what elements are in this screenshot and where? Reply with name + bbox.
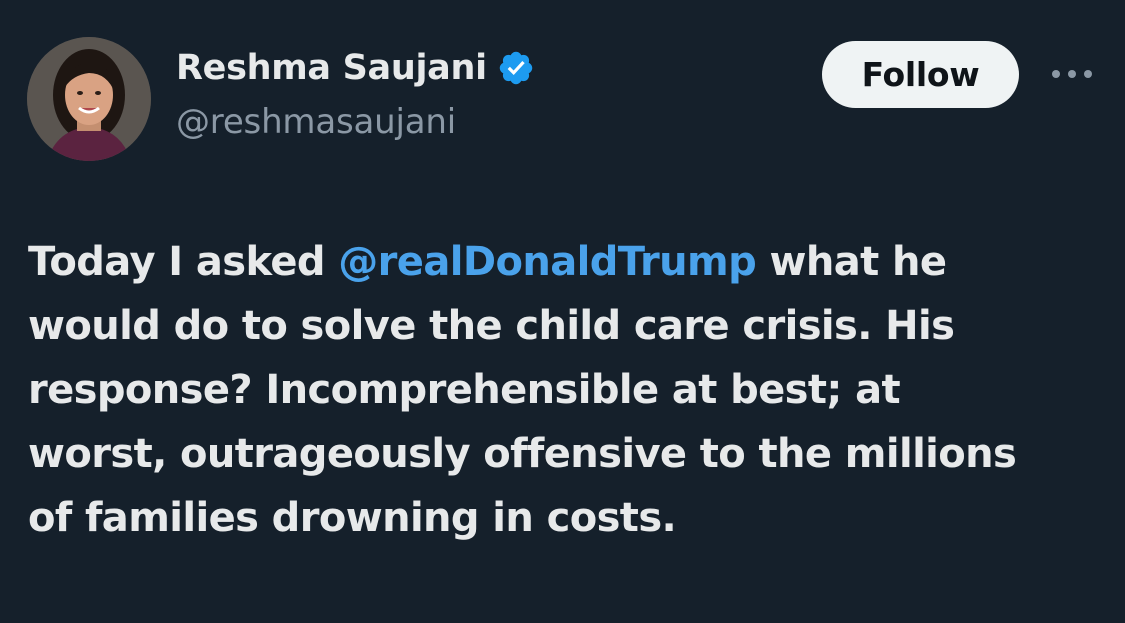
mention-link[interactable]: @realDonaldTrump <box>338 239 756 285</box>
author-name-row: Reshma Saujani <box>176 48 535 88</box>
tweet-line: Today I asked @realDonaldTrump what he <box>28 230 1108 294</box>
verified-badge-icon[interactable] <box>497 49 535 87</box>
avatar-image <box>27 37 151 161</box>
tweet-line: response? Incomprehensible at best; at <box>28 367 901 413</box>
tweet-line-text: Today I asked <box>28 239 339 285</box>
tweet-card: Reshma Saujani @reshmasaujani Follow Tod… <box>0 0 1125 623</box>
tweet-line-text: what he <box>756 239 947 285</box>
tweet-line: would do to solve the child care crisis.… <box>28 303 955 349</box>
more-options-icon[interactable] <box>1048 60 1096 88</box>
tweet-line: of families drowning in costs. <box>28 495 677 541</box>
author-handle[interactable]: @reshmasaujani <box>176 102 456 142</box>
avatar[interactable] <box>27 37 151 161</box>
tweet-text: Today I asked @realDonaldTrump what he w… <box>28 230 1108 550</box>
author-display-name[interactable]: Reshma Saujani <box>176 48 487 88</box>
follow-button[interactable]: Follow <box>822 41 1019 108</box>
tweet-line: worst, outrageously offensive to the mil… <box>28 431 1017 477</box>
